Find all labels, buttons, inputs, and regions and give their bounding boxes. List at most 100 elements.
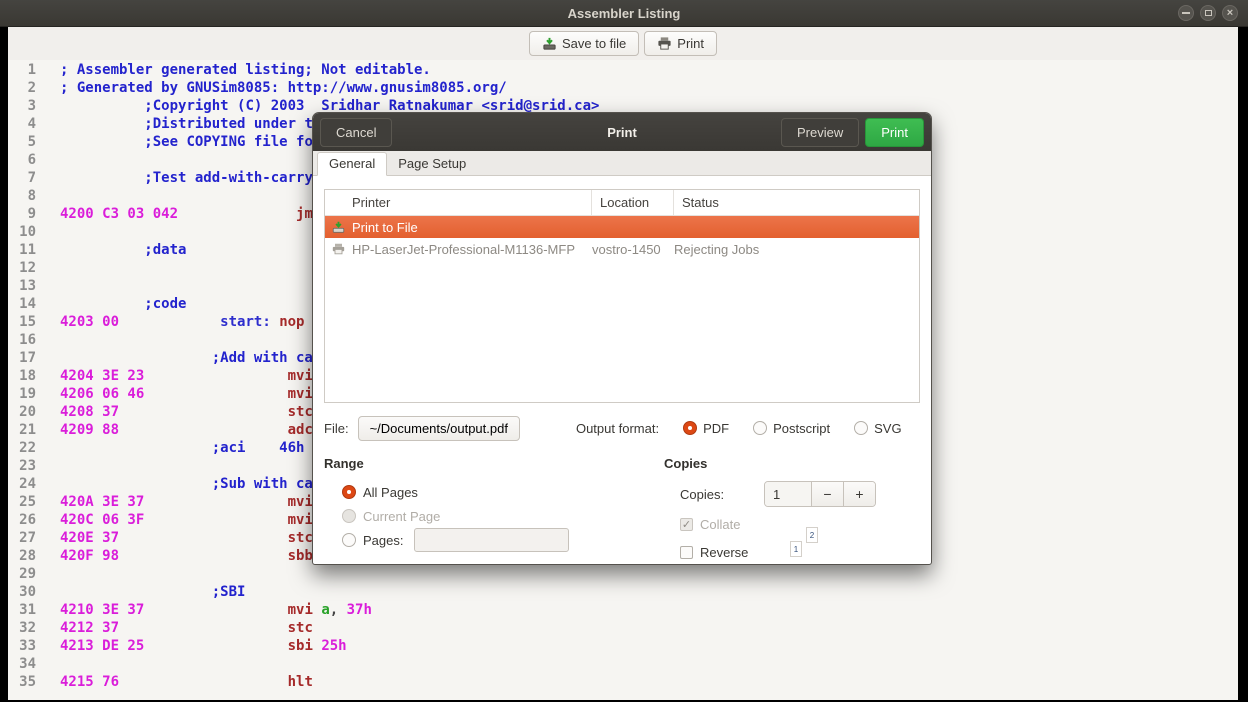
preview-button[interactable]: Preview xyxy=(781,118,859,147)
print-dialog-header: Print Cancel Preview Print xyxy=(313,113,931,151)
range-option-pages[interactable]: Pages: xyxy=(342,528,664,552)
code-text: 4210 3E 37 mvi a, 37h xyxy=(36,601,372,619)
dialog-tabs: General Page Setup xyxy=(313,151,931,176)
listing-line: 30 ;SBI xyxy=(8,583,1238,601)
reverse-checkbox[interactable] xyxy=(680,546,693,559)
line-number: 10 xyxy=(8,223,36,241)
line-number: 2 xyxy=(8,79,36,97)
copies-increment-button[interactable]: + xyxy=(843,482,875,506)
format-option-postscript[interactable]: Postscript xyxy=(753,421,830,436)
column-location[interactable]: Location xyxy=(592,190,674,215)
copies-decrement-button[interactable]: − xyxy=(811,482,843,506)
save-icon xyxy=(331,220,347,235)
listing-line: 34 xyxy=(8,655,1238,673)
code-text xyxy=(36,151,60,169)
listing-line: 354215 76 hlt xyxy=(8,673,1238,691)
range-section: Range All Pages Current Page Pages: xyxy=(324,456,664,563)
line-number: 6 xyxy=(8,151,36,169)
listing-line: 334213 DE 25 sbi 25h xyxy=(8,637,1238,655)
line-number: 33 xyxy=(8,637,36,655)
line-number: 9 xyxy=(8,205,36,223)
line-number: 21 xyxy=(8,421,36,439)
code-text: 420F 98 sbb b xyxy=(36,547,330,565)
line-number: 3 xyxy=(8,97,36,115)
copies-count-input[interactable]: 1 xyxy=(765,482,811,506)
print-toolbar-label: Print xyxy=(677,36,704,51)
line-number: 13 xyxy=(8,277,36,295)
line-number: 7 xyxy=(8,169,36,187)
printer-list: Printer Location Status Print to File HP-… xyxy=(324,189,920,403)
format-option-pdf[interactable]: PDF xyxy=(683,421,729,436)
line-number: 28 xyxy=(8,547,36,565)
format-option-svg[interactable]: SVG xyxy=(854,421,901,436)
column-status[interactable]: Status xyxy=(674,190,919,215)
line-number: 11 xyxy=(8,241,36,259)
collate-page-2: 2 xyxy=(806,527,818,543)
printer-name: Print to File xyxy=(352,220,592,235)
code-text xyxy=(36,187,60,205)
line-number: 30 xyxy=(8,583,36,601)
maximize-icon xyxy=(1205,10,1212,16)
collate-preview-icon: 2 1 xyxy=(790,527,818,557)
dialog-content: Printer Location Status Print to File HP-… xyxy=(313,176,931,563)
output-format-group: Output format: PDF Postscript SVG xyxy=(576,421,902,436)
line-number: 16 xyxy=(8,331,36,349)
code-text: 4209 88 adc b xyxy=(36,421,330,439)
line-number: 15 xyxy=(8,313,36,331)
printer-rows: Print to File HP-LaserJet-Professional-M1… xyxy=(325,216,919,260)
close-button[interactable]: × xyxy=(1222,5,1238,21)
format-pdf-label: PDF xyxy=(703,421,729,436)
print-dialog: Print Cancel Preview Print General Page … xyxy=(312,112,932,565)
code-text: ;Sub with carry xyxy=(36,475,338,493)
code-text: 4203 00 start: nop xyxy=(36,313,304,331)
printer-row[interactable]: HP-LaserJet-Professional-M1136-MFPvostro… xyxy=(325,238,919,260)
printer-icon xyxy=(331,242,347,257)
code-text xyxy=(36,655,60,673)
radio-postscript-icon xyxy=(753,421,767,435)
tab-page-setup[interactable]: Page Setup xyxy=(387,153,477,175)
line-number: 29 xyxy=(8,565,36,583)
range-title: Range xyxy=(324,456,664,471)
column-printer[interactable]: Printer xyxy=(325,190,592,215)
file-row: File: ~/Documents/output.pdf Output form… xyxy=(324,413,920,443)
minimize-icon xyxy=(1182,12,1190,14)
range-option-all-pages[interactable]: All Pages xyxy=(342,480,664,504)
line-number: 34 xyxy=(8,655,36,673)
tab-general[interactable]: General xyxy=(317,152,387,176)
copies-section: Copies Copies: 1 − + ✓ Collate Reverse xyxy=(664,456,920,563)
maximize-button[interactable] xyxy=(1200,5,1216,21)
save-to-file-button[interactable]: Save to file xyxy=(529,31,639,56)
minimize-button[interactable] xyxy=(1178,5,1194,21)
radio-pages-icon xyxy=(342,533,356,547)
save-to-file-label: Save to file xyxy=(562,36,626,51)
code-text: 420E 37 stc xyxy=(36,529,313,547)
collate-page-1: 1 xyxy=(790,541,802,557)
print-button[interactable]: Print xyxy=(865,118,924,147)
line-number: 8 xyxy=(8,187,36,205)
line-number: 31 xyxy=(8,601,36,619)
radio-current-page-icon xyxy=(342,509,356,523)
code-text xyxy=(36,331,60,349)
reverse-label: Reverse xyxy=(700,545,748,560)
line-number: 32 xyxy=(8,619,36,637)
output-file-button[interactable]: ~/Documents/output.pdf xyxy=(358,416,520,441)
code-text xyxy=(36,565,60,583)
line-number: 25 xyxy=(8,493,36,511)
printer-status: Rejecting Jobs xyxy=(674,242,919,257)
collate-checkbox: ✓ xyxy=(680,518,693,531)
print-toolbar-button[interactable]: Print xyxy=(644,31,717,56)
pages-input[interactable] xyxy=(414,528,569,552)
line-number: 18 xyxy=(8,367,36,385)
line-number: 23 xyxy=(8,457,36,475)
range-option-current-page: Current Page xyxy=(342,504,664,528)
cancel-button[interactable]: Cancel xyxy=(320,118,392,147)
printer-icon xyxy=(657,36,672,51)
radio-pdf-icon xyxy=(683,421,697,435)
printer-name: HP-LaserJet-Professional-M1136-MFP xyxy=(352,242,592,257)
code-text: ; Generated by GNUSim8085: http://www.gn… xyxy=(36,79,507,97)
current-page-label: Current Page xyxy=(363,509,440,524)
copies-title: Copies xyxy=(664,456,920,471)
toolbar: Save to file Print xyxy=(8,27,1238,60)
printer-row[interactable]: Print to File xyxy=(325,216,919,238)
output-format-label: Output format: xyxy=(576,421,659,436)
